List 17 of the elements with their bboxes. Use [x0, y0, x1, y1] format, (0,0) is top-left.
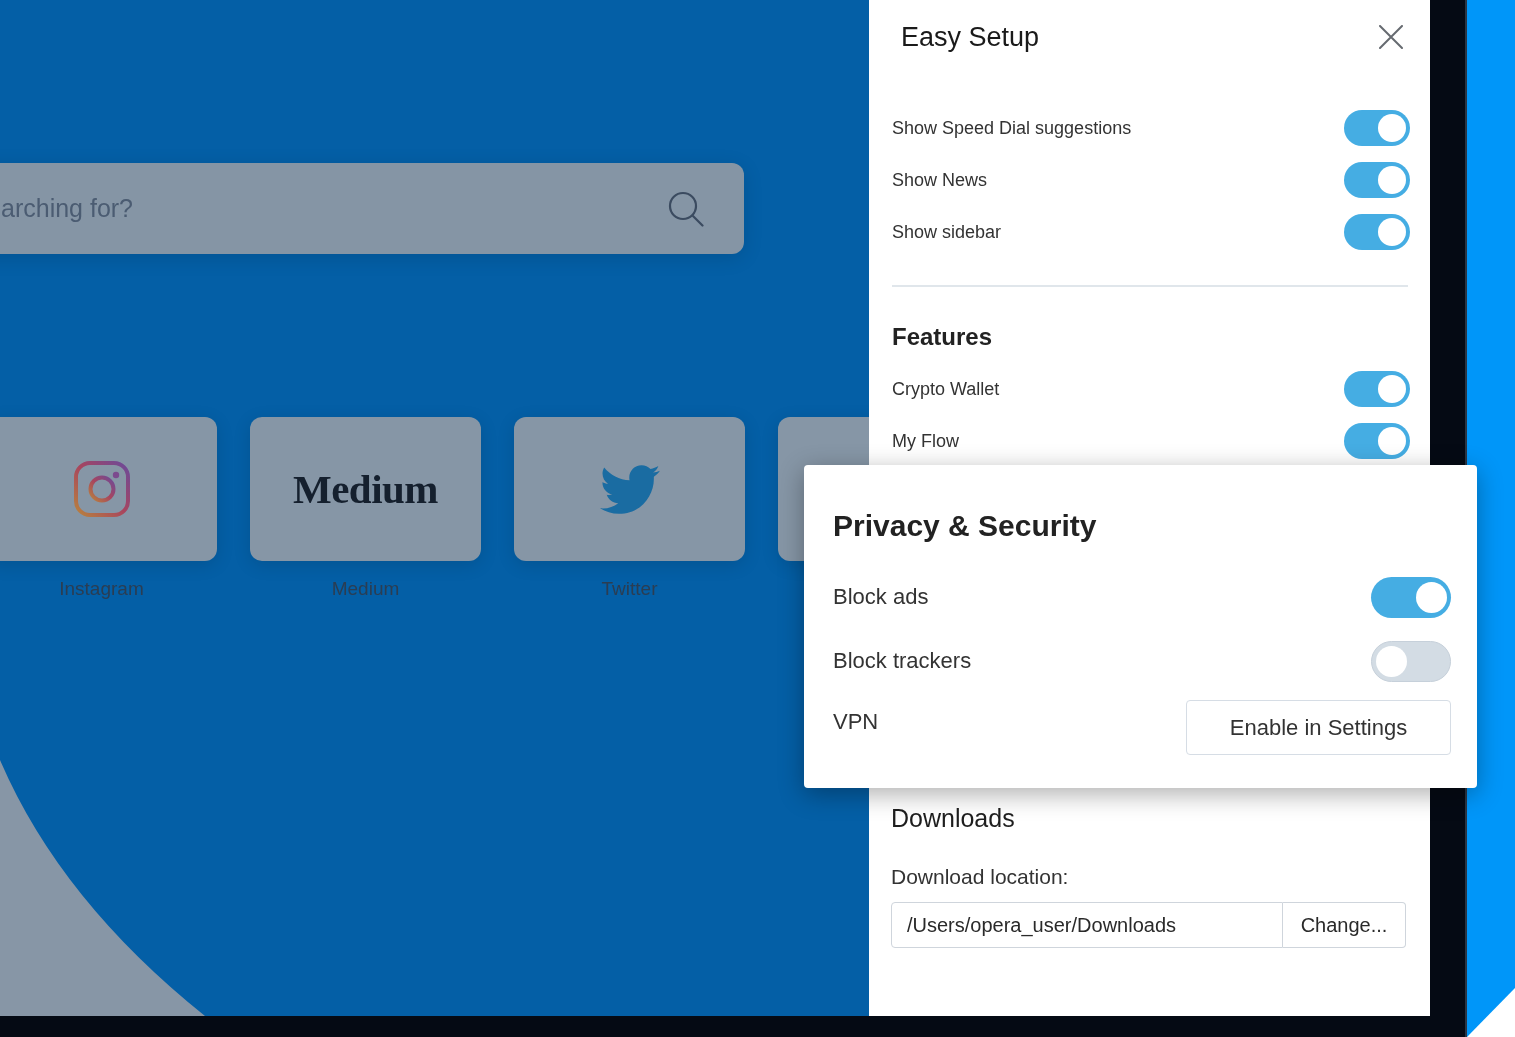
card-heading: Privacy & Security [833, 508, 1098, 544]
field-label: Download location: [891, 864, 1070, 889]
setting-label: VPN [833, 708, 879, 735]
setting-label: My Flow [892, 430, 959, 452]
setting-label: Block ads [833, 584, 929, 610]
setting-label: Crypto Wallet [892, 378, 1000, 400]
setting-label: Show Speed Dial suggestions [892, 117, 1132, 139]
setting-label: Show sidebar [892, 221, 1002, 243]
section-heading: Downloads [891, 803, 1016, 833]
logo-wordmark: Medium [292, 465, 438, 513]
setting-label: Block trackers [833, 648, 972, 674]
speed-dial-label: Medium [331, 578, 400, 600]
setting-label: Show News [892, 169, 988, 191]
section-heading: Features [892, 323, 994, 351]
panel-title: Easy Setup [901, 21, 1040, 53]
speed-dial-label: Instagram [59, 578, 144, 600]
speed-dial-label: Twitter [601, 578, 658, 600]
